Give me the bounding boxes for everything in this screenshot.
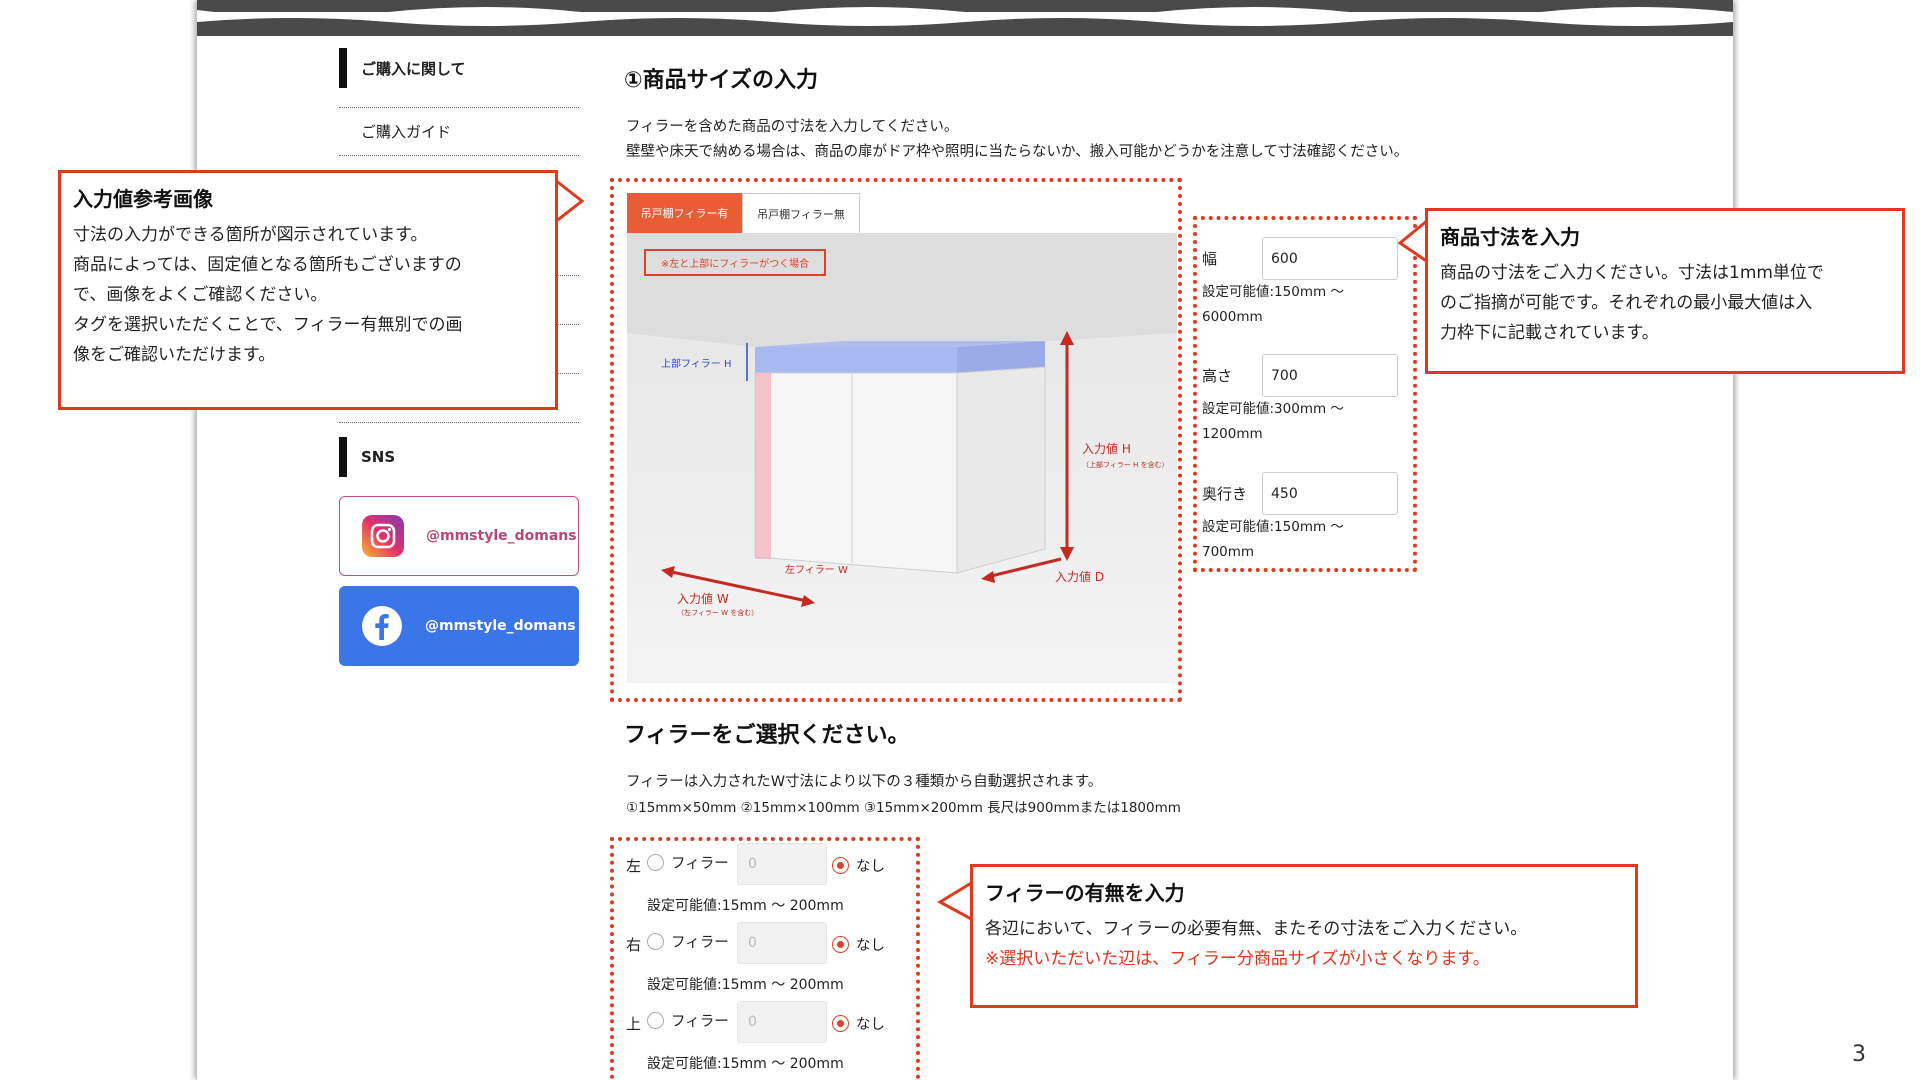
image-label-input-w: 入力値 W (677, 591, 729, 606)
image-note: ※左と上部にフィラーがつく場合 (661, 257, 809, 270)
instagram-icon (362, 515, 404, 557)
filler-left-none-label: なし (856, 859, 885, 875)
callout-text: のご指摘が可能です。それぞれの最小最大値は入 (1440, 293, 1813, 313)
cabinet-reference-image: ※左と上部にフィラーがつく場合 上部フィラー H 入力値 H （上部フィラー H… (627, 233, 1177, 683)
facebook-handle: @mmstyle_domans (425, 618, 576, 634)
size-desc-line2: 壁壁や床天で納める場合は、商品の扉がドア枠や照明に当たらないか、搬入可能かどうか… (626, 144, 1409, 160)
filler-right-none-label: なし (856, 938, 885, 954)
callout-text: 商品の寸法をご入力ください。寸法は1mm単位で (1440, 263, 1824, 283)
filler-top-none-label: なし (856, 1017, 885, 1033)
filler-left-filler-label: フィラー (671, 856, 729, 872)
filler-left-radio-filler[interactable] (647, 854, 664, 871)
filler-right-range: 設定可能値:15mm 〜 200mm (647, 977, 844, 993)
header-wave-decoration (197, 0, 1733, 36)
filler-right-input[interactable]: 0 (737, 922, 827, 964)
filler-right-radio-none[interactable] (832, 936, 849, 953)
size-section-title: ①商品サイズの入力 (624, 68, 818, 93)
callout-text: 寸法の入力ができる箇所が図示されています。 (73, 225, 428, 245)
image-label-input-h: 入力値 H (1082, 441, 1131, 456)
sidebar-heading-sns: SNS (339, 437, 579, 477)
callout-text: 各辺において、フィラーの必要有無、またその寸法をご入力ください。 (985, 919, 1528, 939)
filler-desc-line2: ①15mm×50mm ②15mm×100mm ③15mm×200mm 長尺は90… (626, 800, 1181, 816)
sidebar-heading-purchase: ご購入に関して (339, 48, 579, 88)
height-label: 高さ (1202, 367, 1233, 385)
filler-left-input[interactable]: 0 (737, 843, 827, 885)
filler-top-radio-filler[interactable] (647, 1012, 664, 1029)
instagram-link[interactable]: @mmstyle_domans (339, 496, 579, 576)
width-range: 設定可能値:150mm 〜 6000mm (1202, 284, 1344, 325)
height-input[interactable]: 700 (1262, 354, 1398, 397)
filler-left-radio-none[interactable] (832, 857, 849, 874)
callout-text: 力枠下に記載されています。 (1440, 323, 1659, 343)
size-desc-line1: フィラーを含めた商品の寸法を入力してください。 (626, 119, 959, 135)
callout-product-size-title: 商品寸法を入力 (1440, 225, 1580, 249)
callout-reference-image-title: 入力値参考画像 (73, 187, 213, 211)
height-range: 設定可能値:300mm 〜 1200mm (1202, 401, 1344, 442)
filler-top-radio-none[interactable] (832, 1015, 849, 1032)
callout-reference-image: 入力値参考画像 寸法の入力ができる箇所が図示されています。 商品によっては、固定… (58, 170, 558, 410)
image-label-left-filler: 左フィラー W (785, 563, 848, 576)
filler-right-filler-label: フィラー (671, 935, 729, 951)
callout-product-size: 商品寸法を入力 商品の寸法をご入力ください。寸法は1mm単位で のご指摘が可能で… (1425, 208, 1905, 374)
filler-top-filler-label: フィラー (671, 1014, 729, 1030)
sidebar-item-purchase-guide[interactable]: ご購入ガイド (339, 108, 579, 156)
filler-side-top: 上 (626, 1015, 642, 1033)
callout-warning-text: ※選択いただいた辺は、フィラー分商品サイズが小さくなります。 (985, 949, 1490, 969)
callout-filler-title: フィラーの有無を入力 (985, 881, 1185, 905)
image-label-input-h-note: （上部フィラー H を含む） (1082, 460, 1169, 469)
width-input[interactable]: 600 (1262, 237, 1398, 280)
image-label-input-w-note: （左フィラー W を含む） (677, 608, 758, 617)
filler-side-left: 左 (626, 857, 642, 875)
filler-section-title: フィラーをご選択ください。 (624, 723, 910, 748)
sidebar-divider (339, 422, 579, 423)
page-number: 3 (1852, 1042, 1866, 1067)
filler-top-range: 設定可能値:15mm 〜 200mm (647, 1056, 844, 1072)
filler-left-range: 設定可能値:15mm 〜 200mm (647, 898, 844, 914)
filler-side-right: 右 (626, 936, 642, 954)
callout-text: 商品によっては、固定値となる箇所もございますの (73, 255, 462, 275)
image-label-input-d: 入力値 D (1055, 569, 1104, 584)
callout-text: 像をご確認いただけます。 (73, 345, 276, 365)
callout-text: タグを選択いただくことで、フィラー有無別での画 (73, 315, 463, 335)
width-label: 幅 (1202, 250, 1218, 268)
depth-label: 奥行き (1202, 485, 1248, 503)
callout-text: で、画像をよくご確認ください。 (73, 285, 328, 305)
facebook-link[interactable]: @mmstyle_domans (339, 586, 579, 666)
filler-desc-line1: フィラーは入力されたW寸法により以下の３種類から自動選択されます。 (626, 774, 1103, 790)
callout-filler: フィラーの有無を入力 各辺において、フィラーの必要有無、またその寸法をご入力くだ… (970, 864, 1638, 1008)
filler-top-input[interactable]: 0 (737, 1001, 827, 1043)
depth-input[interactable]: 450 (1262, 472, 1398, 515)
depth-range: 設定可能値:150mm 〜 700mm (1202, 519, 1344, 560)
instagram-handle: @mmstyle_domans (426, 528, 577, 544)
filler-right-radio-filler[interactable] (647, 933, 664, 950)
tab-filler-off[interactable]: 吊戸棚フィラー無 (742, 193, 860, 233)
image-label-top-filler: 上部フィラー H (661, 357, 732, 370)
facebook-icon (361, 605, 403, 647)
tab-filler-on[interactable]: 吊戸棚フィラー有 (627, 193, 742, 233)
